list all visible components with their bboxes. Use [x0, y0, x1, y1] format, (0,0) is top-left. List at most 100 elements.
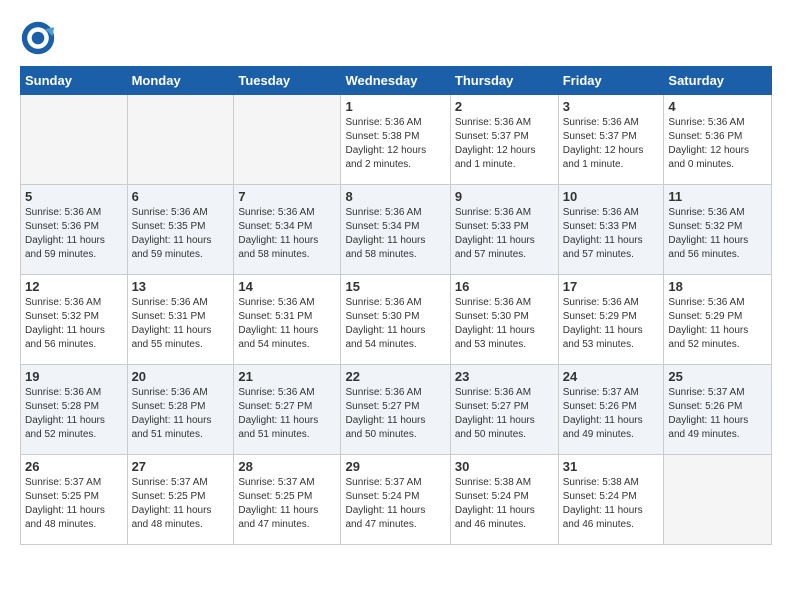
- calendar-cell: 5 Sunrise: 5:36 AM Sunset: 5:36 PM Daylig…: [21, 185, 128, 275]
- calendar-cell: 17 Sunrise: 5:36 AM Sunset: 5:29 PM Dayli…: [558, 275, 664, 365]
- day-number: 3: [563, 99, 660, 114]
- calendar-header-tuesday: Tuesday: [234, 67, 341, 95]
- calendar-header-thursday: Thursday: [450, 67, 558, 95]
- calendar-cell: 23Sunrise: 5:36 AM Sunset: 5:27 PM Dayli…: [450, 365, 558, 455]
- day-number: 24: [563, 369, 660, 384]
- day-number: 7: [238, 189, 336, 204]
- day-number: 13: [132, 279, 230, 294]
- calendar-cell: 20 Sunrise: 5:36 AM Sunset: 5:28 PM Dayli…: [127, 365, 234, 455]
- day-number: 9: [455, 189, 554, 204]
- day-info: Sunrise: 5:36 AM Sunset: 5:32 PM Dayligh…: [25, 296, 123, 352]
- day-number: 22: [345, 369, 445, 384]
- day-info: Sunrise: 5:36 AM Sunset: 5:36 PM Dayligh…: [25, 206, 123, 262]
- day-info: Sunrise: 5:36 AM Sunset: 5:33 PM Dayligh…: [563, 206, 660, 262]
- calendar-header-friday: Friday: [558, 67, 664, 95]
- day-info: Sunrise: 5:36 AM Sunset: 5:30 PM Dayligh…: [455, 296, 554, 352]
- day-number: 4: [668, 99, 767, 114]
- day-number: 17: [563, 279, 660, 294]
- day-number: 19: [25, 369, 123, 384]
- day-info: Sunrise: 5:36 AM Sunset: 5:36 PM Dayligh…: [668, 116, 767, 172]
- day-number: 20: [132, 369, 230, 384]
- calendar-cell: 18Sunrise: 5:36 AM Sunset: 5:29 PM Dayli…: [664, 275, 772, 365]
- header: [20, 20, 772, 56]
- day-number: 23: [455, 369, 554, 384]
- calendar-cell: 13 Sunrise: 5:36 AM Sunset: 5:31 PM Dayli…: [127, 275, 234, 365]
- day-info: Sunrise: 5:36 AM Sunset: 5:32 PM Dayligh…: [668, 206, 767, 262]
- day-info: Sunrise: 5:37 AM Sunset: 5:25 PM Dayligh…: [132, 476, 230, 532]
- calendar-cell: 11Sunrise: 5:36 AM Sunset: 5:32 PM Dayli…: [664, 185, 772, 275]
- calendar-cell: [127, 95, 234, 185]
- day-number: 10: [563, 189, 660, 204]
- day-info: Sunrise: 5:38 AM Sunset: 5:24 PM Dayligh…: [563, 476, 660, 532]
- day-info: Sunrise: 5:36 AM Sunset: 5:27 PM Dayligh…: [345, 386, 445, 442]
- calendar-cell: 9 Sunrise: 5:36 AM Sunset: 5:33 PM Daylig…: [450, 185, 558, 275]
- day-info: Sunrise: 5:36 AM Sunset: 5:37 PM Dayligh…: [563, 116, 660, 172]
- calendar-cell: 12 Sunrise: 5:36 AM Sunset: 5:32 PM Dayli…: [21, 275, 128, 365]
- calendar-week-row: 26 Sunrise: 5:37 AM Sunset: 5:25 PM Dayli…: [21, 455, 772, 545]
- calendar: SundayMondayTuesdayWednesdayThursdayFrid…: [20, 66, 772, 545]
- calendar-cell: 3 Sunrise: 5:36 AM Sunset: 5:37 PM Daylig…: [558, 95, 664, 185]
- day-info: Sunrise: 5:36 AM Sunset: 5:33 PM Dayligh…: [455, 206, 554, 262]
- day-number: 27: [132, 459, 230, 474]
- calendar-cell: 26 Sunrise: 5:37 AM Sunset: 5:25 PM Dayli…: [21, 455, 128, 545]
- day-number: 8: [345, 189, 445, 204]
- calendar-cell: 29Sunrise: 5:37 AM Sunset: 5:24 PM Dayli…: [341, 455, 450, 545]
- day-number: 21: [238, 369, 336, 384]
- calendar-header-row: SundayMondayTuesdayWednesdayThursdayFrid…: [21, 67, 772, 95]
- day-number: 28: [238, 459, 336, 474]
- calendar-cell: 7 Sunrise: 5:36 AM Sunset: 5:34 PM Daylig…: [234, 185, 341, 275]
- day-info: Sunrise: 5:38 AM Sunset: 5:24 PM Dayligh…: [455, 476, 554, 532]
- calendar-week-row: 12 Sunrise: 5:36 AM Sunset: 5:32 PM Dayli…: [21, 275, 772, 365]
- day-info: Sunrise: 5:36 AM Sunset: 5:35 PM Dayligh…: [132, 206, 230, 262]
- calendar-cell: 6Sunrise: 5:36 AM Sunset: 5:35 PM Daylig…: [127, 185, 234, 275]
- calendar-header-sunday: Sunday: [21, 67, 128, 95]
- day-number: 5: [25, 189, 123, 204]
- day-info: Sunrise: 5:36 AM Sunset: 5:37 PM Dayligh…: [455, 116, 554, 172]
- calendar-cell: 14 Sunrise: 5:36 AM Sunset: 5:31 PM Dayli…: [234, 275, 341, 365]
- calendar-cell: 31 Sunrise: 5:38 AM Sunset: 5:24 PM Dayli…: [558, 455, 664, 545]
- day-number: 31: [563, 459, 660, 474]
- day-info: Sunrise: 5:37 AM Sunset: 5:25 PM Dayligh…: [25, 476, 123, 532]
- day-info: Sunrise: 5:36 AM Sunset: 5:38 PM Dayligh…: [345, 116, 445, 172]
- calendar-week-row: 19 Sunrise: 5:36 AM Sunset: 5:28 PM Dayli…: [21, 365, 772, 455]
- day-number: 15: [345, 279, 445, 294]
- calendar-header-saturday: Saturday: [664, 67, 772, 95]
- calendar-cell: 15 Sunrise: 5:36 AM Sunset: 5:30 PM Dayli…: [341, 275, 450, 365]
- day-info: Sunrise: 5:37 AM Sunset: 5:25 PM Dayligh…: [238, 476, 336, 532]
- day-number: 1: [345, 99, 445, 114]
- day-info: Sunrise: 5:36 AM Sunset: 5:30 PM Dayligh…: [345, 296, 445, 352]
- day-number: 14: [238, 279, 336, 294]
- day-info: Sunrise: 5:36 AM Sunset: 5:31 PM Dayligh…: [238, 296, 336, 352]
- day-info: Sunrise: 5:36 AM Sunset: 5:28 PM Dayligh…: [25, 386, 123, 442]
- day-number: 16: [455, 279, 554, 294]
- page: SundayMondayTuesdayWednesdayThursdayFrid…: [0, 0, 792, 565]
- logo: [20, 20, 60, 56]
- day-info: Sunrise: 5:37 AM Sunset: 5:26 PM Dayligh…: [668, 386, 767, 442]
- day-number: 26: [25, 459, 123, 474]
- day-info: Sunrise: 5:37 AM Sunset: 5:26 PM Dayligh…: [563, 386, 660, 442]
- calendar-cell: 10 Sunrise: 5:36 AM Sunset: 5:33 PM Dayli…: [558, 185, 664, 275]
- logo-icon: [20, 20, 56, 56]
- calendar-cell: 1 Sunrise: 5:36 AM Sunset: 5:38 PM Daylig…: [341, 95, 450, 185]
- day-info: Sunrise: 5:36 AM Sunset: 5:29 PM Dayligh…: [563, 296, 660, 352]
- day-info: Sunrise: 5:37 AM Sunset: 5:24 PM Dayligh…: [345, 476, 445, 532]
- calendar-cell: 25 Sunrise: 5:37 AM Sunset: 5:26 PM Dayli…: [664, 365, 772, 455]
- day-number: 12: [25, 279, 123, 294]
- calendar-cell: 19 Sunrise: 5:36 AM Sunset: 5:28 PM Dayli…: [21, 365, 128, 455]
- day-number: 25: [668, 369, 767, 384]
- calendar-cell: 8 Sunrise: 5:36 AM Sunset: 5:34 PM Daylig…: [341, 185, 450, 275]
- calendar-cell: 21 Sunrise: 5:36 AM Sunset: 5:27 PM Dayli…: [234, 365, 341, 455]
- day-info: Sunrise: 5:36 AM Sunset: 5:31 PM Dayligh…: [132, 296, 230, 352]
- day-info: Sunrise: 5:36 AM Sunset: 5:34 PM Dayligh…: [238, 206, 336, 262]
- calendar-header-wednesday: Wednesday: [341, 67, 450, 95]
- calendar-week-row: 1 Sunrise: 5:36 AM Sunset: 5:38 PM Daylig…: [21, 95, 772, 185]
- day-info: Sunrise: 5:36 AM Sunset: 5:34 PM Dayligh…: [345, 206, 445, 262]
- day-info: Sunrise: 5:36 AM Sunset: 5:27 PM Dayligh…: [238, 386, 336, 442]
- calendar-cell: 2 Sunrise: 5:36 AM Sunset: 5:37 PM Daylig…: [450, 95, 558, 185]
- day-number: 2: [455, 99, 554, 114]
- day-number: 30: [455, 459, 554, 474]
- calendar-cell: 28 Sunrise: 5:37 AM Sunset: 5:25 PM Dayli…: [234, 455, 341, 545]
- calendar-cell: 16 Sunrise: 5:36 AM Sunset: 5:30 PM Dayli…: [450, 275, 558, 365]
- calendar-cell: 22 Sunrise: 5:36 AM Sunset: 5:27 PM Dayli…: [341, 365, 450, 455]
- day-info: Sunrise: 5:36 AM Sunset: 5:28 PM Dayligh…: [132, 386, 230, 442]
